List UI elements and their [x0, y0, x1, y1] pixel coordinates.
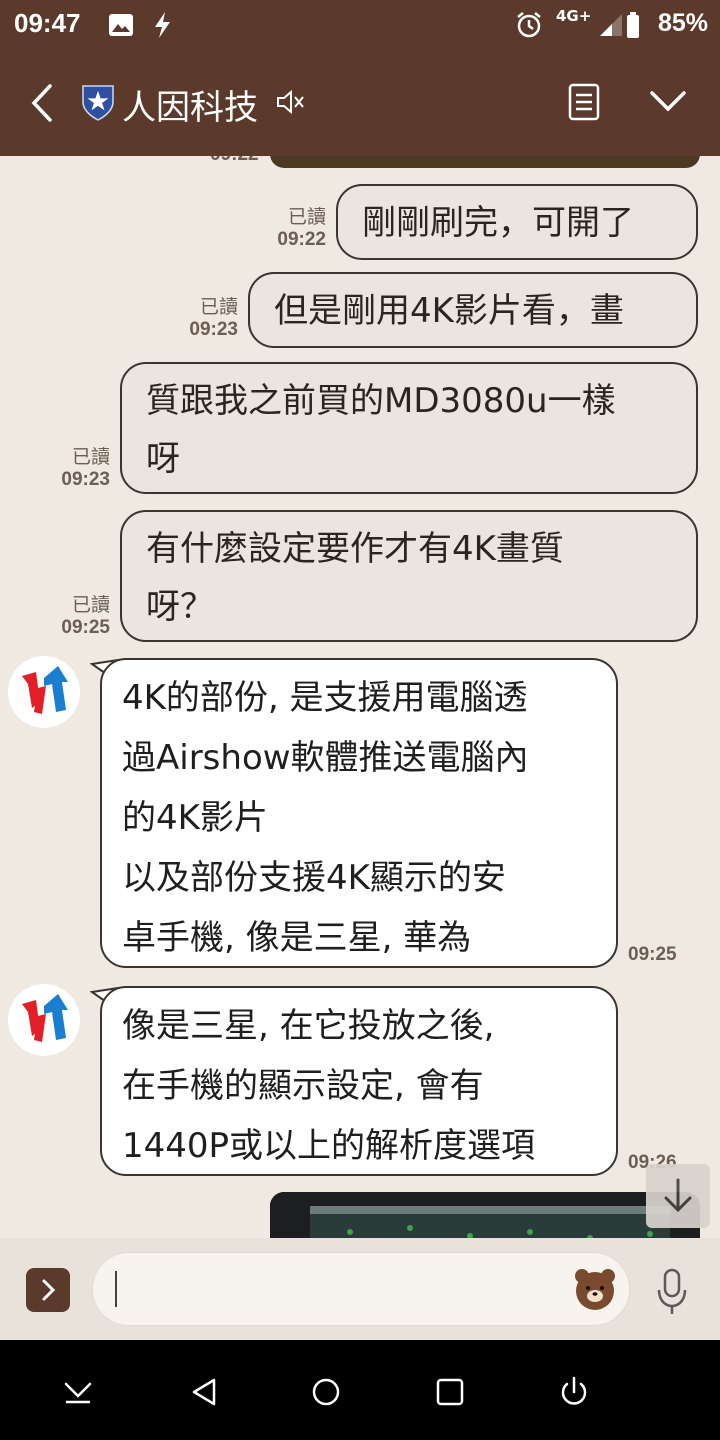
status-bar: 09:47 4G+ 85%	[0, 0, 720, 50]
system-navigation-bar	[0, 1340, 720, 1440]
battery-percent: 85%	[657, 9, 708, 37]
back-icon[interactable]	[184, 1372, 224, 1412]
chat-header: 人因科技	[0, 50, 720, 156]
outgoing-message-bubble[interactable]: 有什麼設定要作才有4K畫質 呀？	[120, 510, 698, 642]
message-meta: 已讀 09:23	[40, 446, 110, 492]
message-line: 有什麼設定要作才有4K畫質	[146, 529, 564, 569]
chevron-right-icon	[42, 1279, 56, 1301]
battery-icon	[627, 12, 639, 38]
message-input-bar	[0, 1238, 720, 1340]
message-line: 呀？	[146, 587, 214, 627]
official-badge-icon	[82, 85, 114, 121]
message-line: 以及部份支援4K顯示的安	[122, 858, 506, 898]
read-receipt: 已讀	[71, 594, 110, 616]
message-line: 過Airshow軟體推送電腦內	[122, 738, 529, 778]
mute-icon	[277, 89, 304, 115]
message-line: 呀	[146, 439, 180, 479]
signal-icon	[600, 14, 622, 36]
read-receipt: 已讀	[287, 206, 326, 228]
message-line: 質跟我之前買的MD3080u一樣	[146, 381, 616, 421]
message-time: 09:22	[210, 156, 259, 166]
message-text: 但是剛用4K影片看，畫	[274, 291, 624, 331]
message-line: 1440P或以上的解析度選項	[122, 1126, 536, 1166]
hide-keyboard-icon[interactable]	[58, 1372, 98, 1412]
outgoing-message-bubble[interactable]: 剛剛刷完，可開了	[336, 184, 698, 260]
flash-icon	[155, 12, 170, 38]
back-arrow-icon[interactable]	[22, 80, 62, 126]
incoming-message-bubble[interactable]: 4K的部份, 是支援用電腦透 過Airshow軟體推送電腦內 的4K影片 以及部…	[100, 658, 618, 968]
message-line: 在手機的顯示設定, 會有	[122, 1066, 484, 1106]
chevron-down-icon[interactable]	[646, 84, 690, 120]
image-message[interactable]	[270, 1192, 700, 1238]
status-time: 09:47	[14, 8, 81, 38]
sticker-icon[interactable]	[571, 1265, 619, 1313]
recent-apps-icon[interactable]	[430, 1372, 470, 1412]
message-line: 卓手機, 像是三星, 華為	[122, 918, 472, 958]
message-text: 剛剛刷完，可開了	[362, 203, 634, 243]
read-receipt: 已讀	[71, 446, 110, 468]
image-thumbnail	[270, 1192, 700, 1238]
message-line: 4K的部份, 是支援用電腦透	[122, 678, 528, 718]
home-icon[interactable]	[306, 1372, 346, 1412]
message-line: 像是三星, 在它投放之後,	[122, 1006, 495, 1046]
image-message-top[interactable]	[270, 156, 700, 168]
message-line: 的4K影片	[122, 798, 268, 838]
outgoing-message-bubble[interactable]: 但是剛用4K影片看，畫	[248, 272, 698, 348]
message-input[interactable]	[92, 1252, 630, 1326]
avatar[interactable]	[8, 984, 80, 1056]
message-meta: 已讀 09:22	[256, 206, 326, 252]
message-list[interactable]: 09:22 已讀 09:22 剛剛刷完，可開了 已讀 09:23 但是剛用4K影…	[0, 156, 720, 1238]
alarm-icon	[517, 12, 541, 38]
message-meta: 已讀 09:25	[40, 594, 110, 640]
network-indicator: 4G+	[556, 7, 592, 25]
incoming-message-bubble[interactable]: 像是三星, 在它投放之後, 在手機的顯示設定, 會有 1440P或以上的解析度選…	[100, 986, 618, 1176]
company-logo-icon	[8, 984, 80, 1056]
outgoing-message-bubble[interactable]: 質跟我之前買的MD3080u一樣 呀	[120, 362, 698, 494]
message-time: 09:22	[277, 229, 326, 250]
expand-menu-button[interactable]	[26, 1268, 70, 1312]
message-time: 09:23	[61, 469, 110, 490]
notes-icon[interactable]	[562, 80, 606, 124]
avatar[interactable]	[8, 656, 80, 728]
microphone-icon[interactable]	[650, 1266, 694, 1318]
chat-title[interactable]: 人因科技	[122, 80, 258, 129]
message-time: 09:23	[189, 319, 238, 340]
scroll-to-bottom-button[interactable]	[646, 1164, 710, 1228]
message-meta: 已讀 09:23	[168, 296, 238, 342]
message-time: 09:25	[61, 617, 110, 638]
message-time: 09:25	[628, 944, 677, 965]
gallery-icon	[109, 14, 133, 36]
power-icon[interactable]	[554, 1372, 594, 1412]
read-receipt: 已讀	[199, 296, 238, 318]
company-logo-icon	[8, 656, 80, 728]
arrow-down-icon	[664, 1178, 692, 1213]
text-caret	[115, 1271, 117, 1307]
